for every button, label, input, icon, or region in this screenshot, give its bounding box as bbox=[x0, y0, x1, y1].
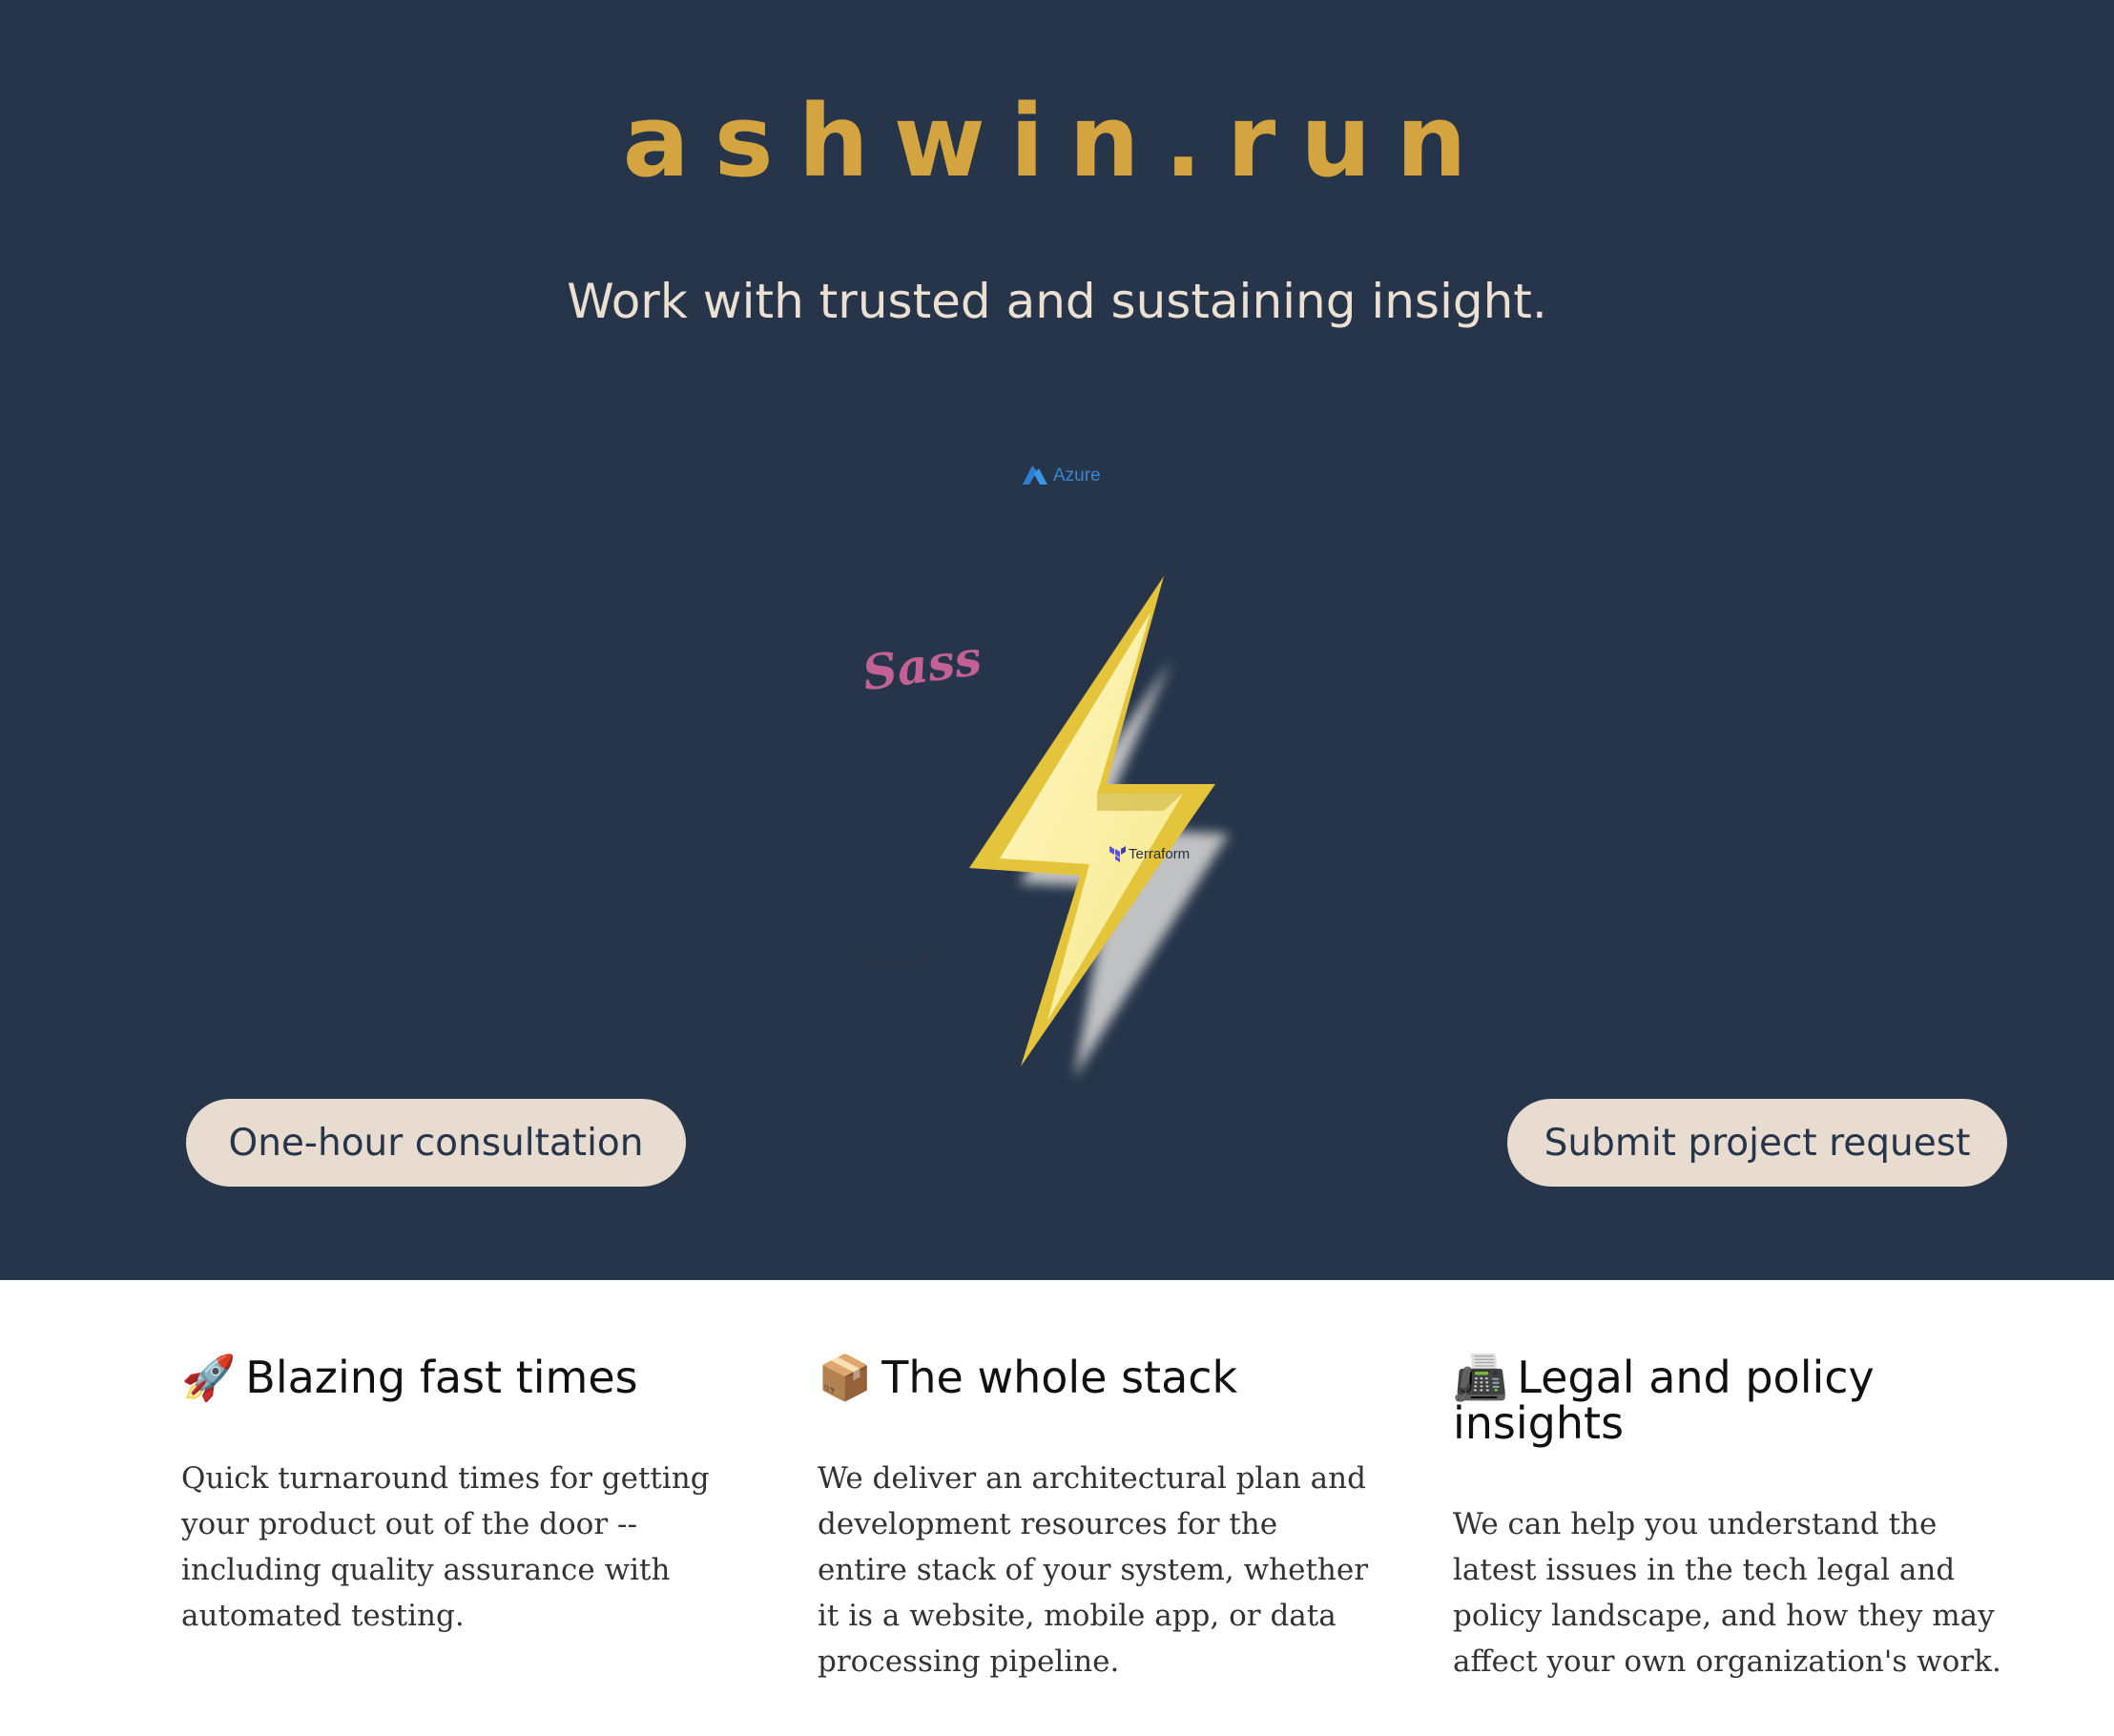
feature-description: Quick turnaround times for getting your … bbox=[181, 1461, 710, 1633]
terraform-logo-text: Terraform bbox=[1129, 845, 1191, 862]
lightning-bolt-icon bbox=[969, 576, 1229, 1078]
amazon-smile-icon bbox=[858, 952, 930, 966]
terraform-icon bbox=[1109, 846, 1126, 862]
feature-title: 🚀 Blazing fast times bbox=[181, 1354, 735, 1400]
feature-title-text: Legal and policy insights bbox=[1453, 1352, 1875, 1449]
terraform-logo: Terraform bbox=[1109, 845, 1190, 862]
rocket-icon: 🚀 bbox=[181, 1352, 237, 1403]
azure-icon bbox=[1023, 465, 1047, 485]
site-title[interactable]: ashwin.run bbox=[0, 92, 2114, 191]
feature-description: We can help you understand the latest is… bbox=[1453, 1507, 2001, 1679]
tagline: Work with trusted and sustaining insight… bbox=[567, 274, 1547, 329]
hero-section: ashwin.run Work with trusted and sustain… bbox=[0, 0, 2114, 1280]
submit-project-request-button[interactable]: Submit project request bbox=[1507, 1099, 2007, 1187]
feature-title-text: Blazing fast times bbox=[245, 1352, 638, 1403]
feature-blazing-fast: 🚀 Blazing fast times Quick turnaround tim… bbox=[181, 1354, 735, 1639]
feature-title: 📦 The whole stack bbox=[818, 1354, 1371, 1400]
azure-logo-text: Azure bbox=[1053, 465, 1101, 486]
feature-description: We deliver an architectural plan and dev… bbox=[818, 1461, 1369, 1679]
one-hour-consultation-button[interactable]: One-hour consultation bbox=[186, 1099, 686, 1187]
feature-title-text: The whole stack bbox=[881, 1352, 1238, 1403]
package-icon: 📦 bbox=[818, 1352, 873, 1403]
fax-machine-icon: 📠 bbox=[1453, 1352, 1508, 1403]
azure-logo: Azure bbox=[1021, 465, 1101, 486]
feature-whole-stack: 📦 The whole stack We deliver an architect… bbox=[818, 1354, 1371, 1684]
feature-title: 📠 Legal and policy insights bbox=[1453, 1354, 2008, 1446]
feature-legal-policy: 📠 Legal and policy insights We can help y… bbox=[1453, 1354, 2008, 1684]
